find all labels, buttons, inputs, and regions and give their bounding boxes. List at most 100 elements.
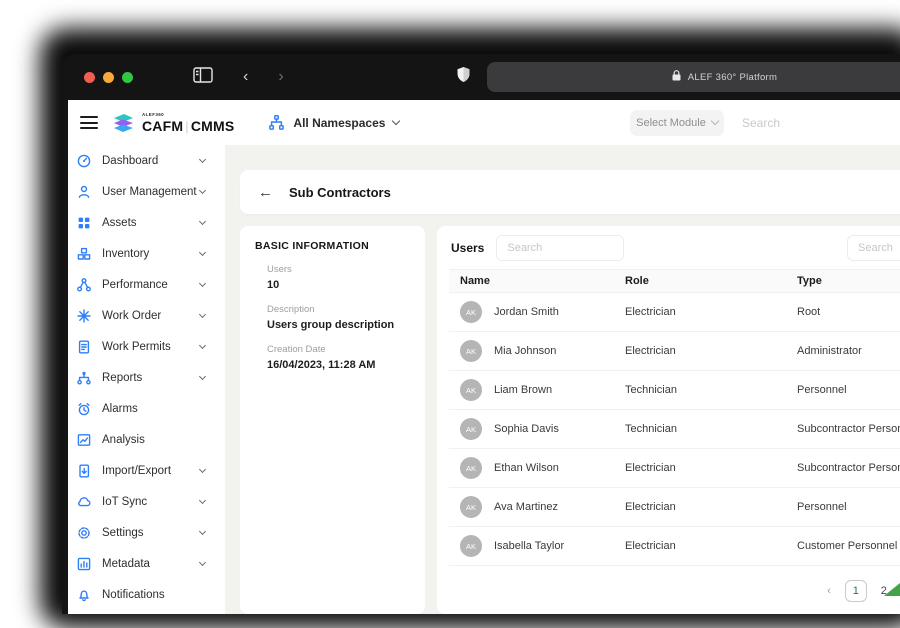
- namespace-selector[interactable]: All Namespaces: [268, 114, 399, 131]
- basic-info-title: BASIC INFORMATION: [255, 240, 411, 252]
- users-search-input-secondary[interactable]: [847, 235, 900, 261]
- app-header: ALEF360 CAFM|CMMS All Namespaces Select …: [68, 100, 900, 145]
- asterisk-icon: [76, 308, 92, 324]
- info-field-description: Description Users group description: [267, 304, 411, 331]
- privacy-shield-icon[interactable]: [456, 66, 471, 89]
- user-type: Personnel: [797, 501, 900, 513]
- window-controls: [84, 72, 133, 83]
- hierarchy-icon: [76, 370, 92, 386]
- sidebar-item-import-export[interactable]: Import/Export: [68, 455, 225, 486]
- user-name: Ava Martinez: [494, 501, 558, 513]
- dashboard-icon: [76, 153, 92, 169]
- table-row[interactable]: AKLiam Brown Technician Personnel: [449, 371, 900, 410]
- import-export-icon: [76, 463, 92, 479]
- users-table-title: Users: [451, 241, 484, 255]
- chevron-down-icon: [199, 372, 206, 379]
- forward-nav-icon[interactable]: ›: [278, 68, 283, 86]
- url-text: ALEF 360° Platform: [688, 72, 777, 83]
- bar-chart-icon: [76, 556, 92, 572]
- user-name: Isabella Taylor: [494, 540, 564, 552]
- sidebar-item-alarms[interactable]: Alarms: [68, 393, 225, 424]
- lock-icon: [672, 70, 681, 84]
- zoom-window-button[interactable]: [122, 72, 133, 83]
- chevron-down-icon: [199, 217, 206, 224]
- app-viewport: ALEF360 CAFM|CMMS All Namespaces Select …: [68, 100, 900, 614]
- column-header-type[interactable]: Type: [797, 275, 900, 287]
- user-name: Ethan Wilson: [494, 462, 559, 474]
- avatar: AK: [460, 340, 482, 362]
- sidebar-item-dashboard[interactable]: Dashboard: [68, 145, 225, 176]
- avatar: AK: [460, 457, 482, 479]
- avatar: AK: [460, 301, 482, 323]
- users-search-input[interactable]: [496, 235, 624, 261]
- table-row[interactable]: AKEthan Wilson Electrician Subcontractor…: [449, 449, 900, 488]
- chart-line-icon: [76, 432, 92, 448]
- avatar: AK: [460, 535, 482, 557]
- sidebar-item-metadata[interactable]: Metadata: [68, 548, 225, 579]
- user-name: Mia Johnson: [494, 345, 556, 357]
- table-row[interactable]: AKSophia Davis Technician Subcontractor …: [449, 410, 900, 449]
- basic-information-card: BASIC INFORMATION Users 10 Description U…: [240, 226, 425, 614]
- chevron-down-icon: [199, 186, 206, 193]
- bell-icon: [76, 587, 92, 603]
- pagination: ‹ 1 2 3: [449, 580, 900, 602]
- document-icon: [76, 339, 92, 355]
- users-table-card: Users Name Role Type AK Jordan Smith Elec…: [437, 226, 900, 614]
- table-row[interactable]: AKAva Martinez Electrician Personnel: [449, 488, 900, 527]
- module-selector-label: Select Module: [636, 117, 706, 129]
- user-name: Sophia Davis: [494, 423, 559, 435]
- user-role: Electrician: [625, 345, 797, 357]
- sidebar-item-performance[interactable]: Performance: [68, 269, 225, 300]
- sidebar-toggle-icon[interactable]: [193, 67, 213, 88]
- main-content: ← Sub Contractors BASIC INFORMATION User…: [225, 145, 900, 614]
- sidebar-item-inventory[interactable]: Inventory: [68, 238, 225, 269]
- back-nav-icon[interactable]: ‹: [243, 68, 248, 86]
- chevron-down-icon: [199, 341, 206, 348]
- close-window-button[interactable]: [84, 72, 95, 83]
- boxes-icon: [76, 246, 92, 262]
- sidebar-item-analysis[interactable]: Analysis: [68, 424, 225, 455]
- table-row[interactable]: AKMia Johnson Electrician Administrator: [449, 332, 900, 371]
- user-role: Electrician: [625, 306, 797, 318]
- sidebar-item-user-management[interactable]: User Management: [68, 176, 225, 207]
- grid-icon: [76, 215, 92, 231]
- user-role: Technician: [625, 384, 797, 396]
- gear-icon: [76, 525, 92, 541]
- column-header-name[interactable]: Name: [449, 275, 625, 287]
- pagination-prev-icon[interactable]: ‹: [827, 585, 831, 597]
- chevron-down-icon: [199, 279, 206, 286]
- table-row[interactable]: AKIsabella Taylor Electrician Customer P…: [449, 527, 900, 566]
- alarm-icon: [76, 401, 92, 417]
- page-header-bar: ← Sub Contractors: [240, 170, 900, 214]
- logo-divider: |: [185, 119, 189, 134]
- back-arrow-icon[interactable]: ←: [258, 184, 273, 201]
- user-type: Subcontractor Personnel: [797, 462, 900, 474]
- user-type: Customer Personnel: [797, 540, 900, 552]
- app-logo[interactable]: ALEF360 CAFM|CMMS: [110, 111, 234, 135]
- namespace-selector-label: All Namespaces: [293, 116, 385, 130]
- pagination-page-1[interactable]: 1: [845, 580, 867, 602]
- sidebar-item-notifications[interactable]: Notifications: [68, 579, 225, 610]
- chevron-down-icon: [711, 117, 719, 125]
- global-search-input[interactable]: [728, 109, 900, 137]
- hamburger-menu-icon[interactable]: [80, 116, 98, 129]
- sidebar-item-reports[interactable]: Reports: [68, 362, 225, 393]
- user-name: Jordan Smith: [494, 306, 559, 318]
- minimize-window-button[interactable]: [103, 72, 114, 83]
- sidebar-item-iot-sync[interactable]: IoT Sync: [68, 486, 225, 517]
- sidebar-item-work-order[interactable]: Work Order: [68, 300, 225, 331]
- user-name: Liam Brown: [494, 384, 552, 396]
- table-row[interactable]: AKJordan Smith Electrician Root: [449, 293, 900, 332]
- sidebar-item-assets[interactable]: Assets: [68, 207, 225, 238]
- module-selector[interactable]: Select Module: [630, 110, 724, 136]
- browser-window: ‹ › ALEF 360° Platform ALEF360 CAF: [62, 54, 900, 614]
- url-bar[interactable]: ALEF 360° Platform: [487, 62, 900, 92]
- sidebar-item-work-permits[interactable]: Work Permits: [68, 331, 225, 362]
- user-icon: [76, 184, 92, 200]
- user-role: Electrician: [625, 501, 797, 513]
- logo-cmms-text: CMMS: [191, 118, 235, 134]
- browser-titlebar: ‹ › ALEF 360° Platform: [62, 54, 900, 100]
- info-field-creation-date: Creation Date 16/04/2023, 11:28 AM: [267, 344, 411, 371]
- sidebar-item-settings[interactable]: Settings: [68, 517, 225, 548]
- column-header-role[interactable]: Role: [625, 275, 797, 287]
